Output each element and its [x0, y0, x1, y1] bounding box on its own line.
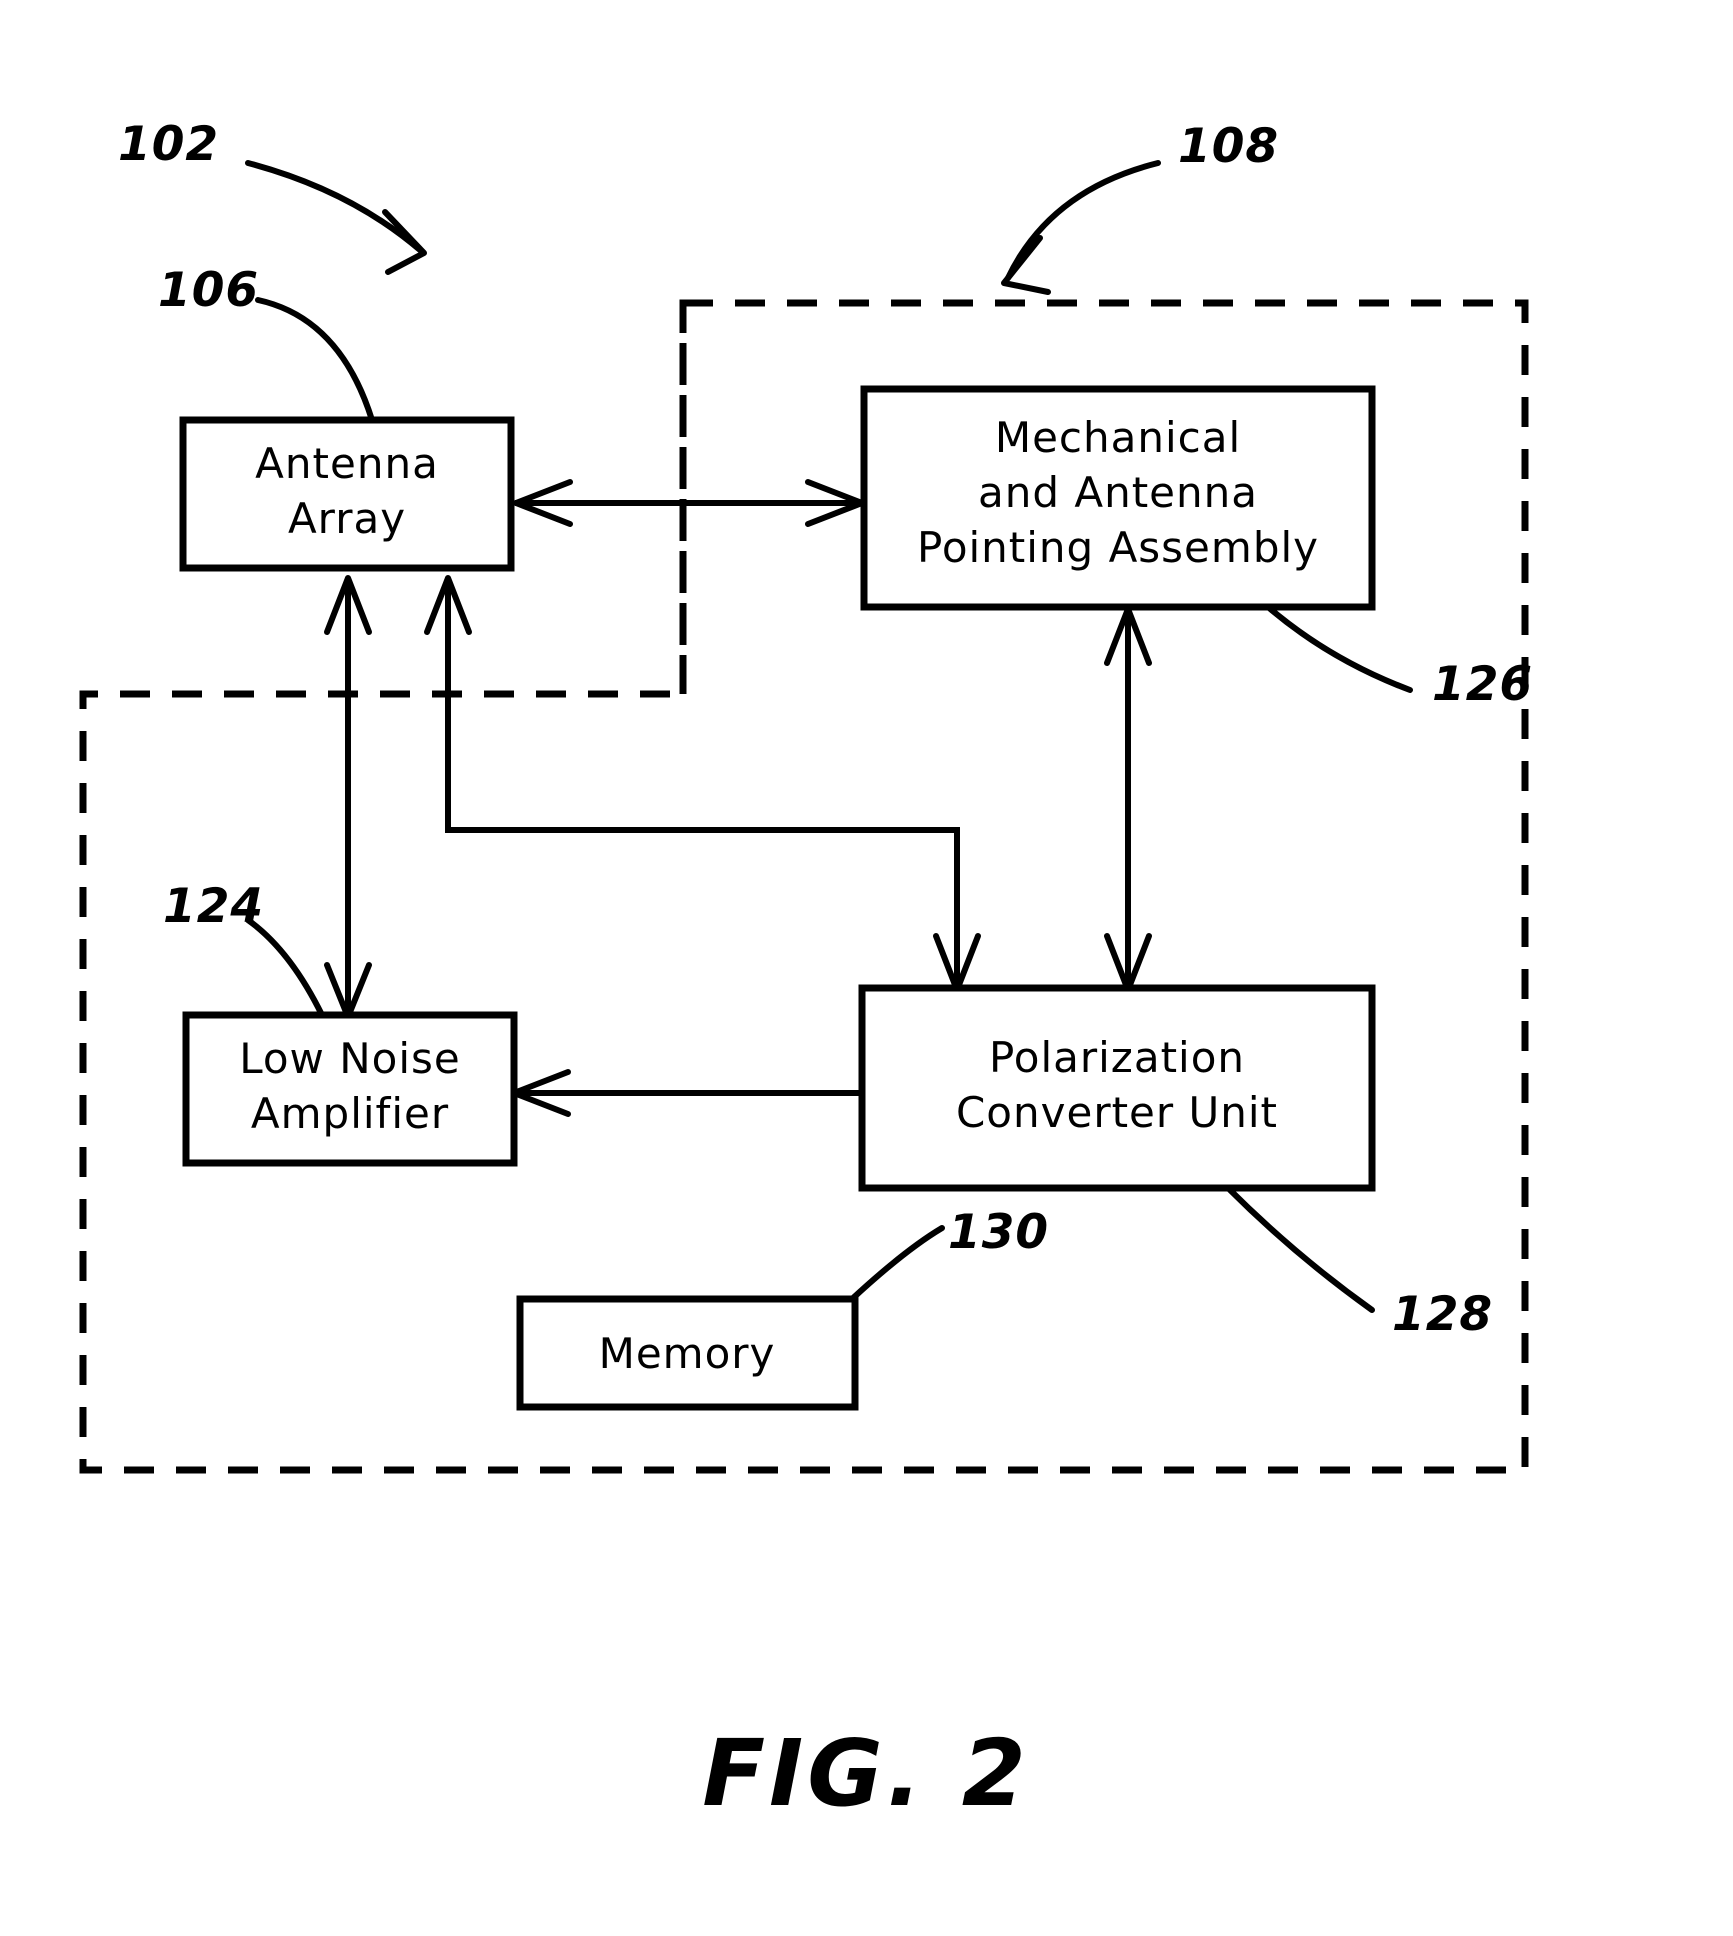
- ref-numeral-128: 128: [1392, 1287, 1493, 1342]
- block-assembly-line2: and Antenna: [978, 468, 1258, 517]
- leader-line-102: [245, 160, 423, 253]
- leader-line-130: [849, 1225, 945, 1302]
- block-antenna-array-line2: Array: [288, 494, 406, 543]
- arrowhead-leader-102: [382, 209, 427, 275]
- block-pcu-line2: Converter Unit: [956, 1088, 1278, 1137]
- ref-numeral-108: 108: [1178, 119, 1279, 174]
- block-lna-line2: Amplifier: [251, 1089, 449, 1138]
- link-pcu-to-antenna: [445, 578, 960, 988]
- block-diagram: Antenna Array Mechanical and Antenna Poi…: [79, 117, 1533, 1827]
- leader-line-124: [245, 917, 325, 1018]
- ref-numeral-126: 126: [1432, 657, 1533, 712]
- patent-figure: Antenna Array Mechanical and Antenna Poi…: [0, 0, 1733, 1936]
- ref-numeral-130: 130: [948, 1205, 1049, 1260]
- ref-numeral-124: 124: [163, 879, 264, 934]
- ref-numeral-102: 102: [118, 117, 219, 172]
- block-assembly-line1: Mechanical: [995, 413, 1241, 462]
- block-antenna-array-line1: Antenna: [255, 439, 439, 488]
- block-assembly-line3: Pointing Assembly: [917, 523, 1319, 572]
- block-lna-line1: Low Noise: [239, 1034, 461, 1083]
- leader-line-126: [1265, 604, 1413, 693]
- figure-caption: FIG. 2: [702, 1720, 1030, 1827]
- ref-numeral-106: 106: [158, 263, 259, 318]
- leader-line-108: [1005, 160, 1161, 281]
- block-memory-line1: Memory: [599, 1329, 776, 1378]
- block-pcu-line1: Polarization: [989, 1033, 1245, 1082]
- leader-line-106: [255, 297, 375, 423]
- leader-line-128: [1225, 1185, 1375, 1313]
